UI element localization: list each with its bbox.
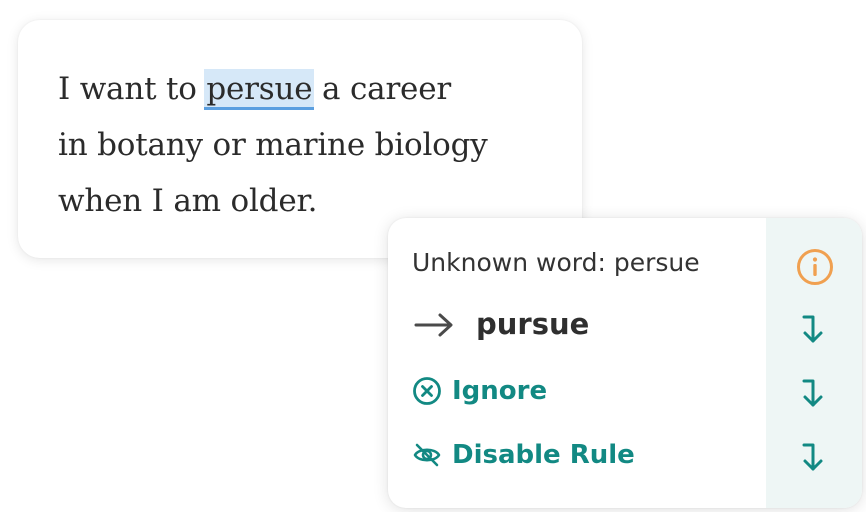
info-circle-icon[interactable] bbox=[796, 248, 834, 286]
spellcheck-popup: Unknown word: persue pursue Ignore Disab… bbox=[388, 218, 862, 508]
text-line-2: in botany or marine biology bbox=[58, 127, 488, 163]
text-line-3: when I am older. bbox=[58, 183, 318, 219]
suggestion-item[interactable]: pursue bbox=[412, 310, 589, 339]
text-segment: I want to bbox=[58, 71, 207, 107]
close-circle-icon bbox=[413, 377, 441, 405]
disable-rule-button[interactable]: Disable Rule bbox=[412, 440, 635, 470]
text-line-1: I want to persue a career bbox=[58, 69, 451, 110]
ignore-label: Ignore bbox=[452, 376, 548, 406]
arrow-turn-down-icon[interactable] bbox=[800, 312, 830, 346]
arrow-turn-down-icon[interactable] bbox=[800, 376, 830, 410]
eye-off-icon bbox=[413, 443, 441, 467]
suggestion-label: pursue bbox=[476, 307, 590, 341]
arrow-turn-down-icon[interactable] bbox=[800, 440, 830, 474]
popup-title: Unknown word: persue bbox=[412, 248, 700, 277]
disable-rule-label: Disable Rule bbox=[452, 440, 635, 470]
arrow-right-icon bbox=[414, 313, 453, 336]
misspelled-word[interactable]: persue bbox=[204, 69, 315, 110]
text-segment: a career bbox=[312, 71, 451, 107]
ignore-button[interactable]: Ignore bbox=[412, 376, 547, 406]
